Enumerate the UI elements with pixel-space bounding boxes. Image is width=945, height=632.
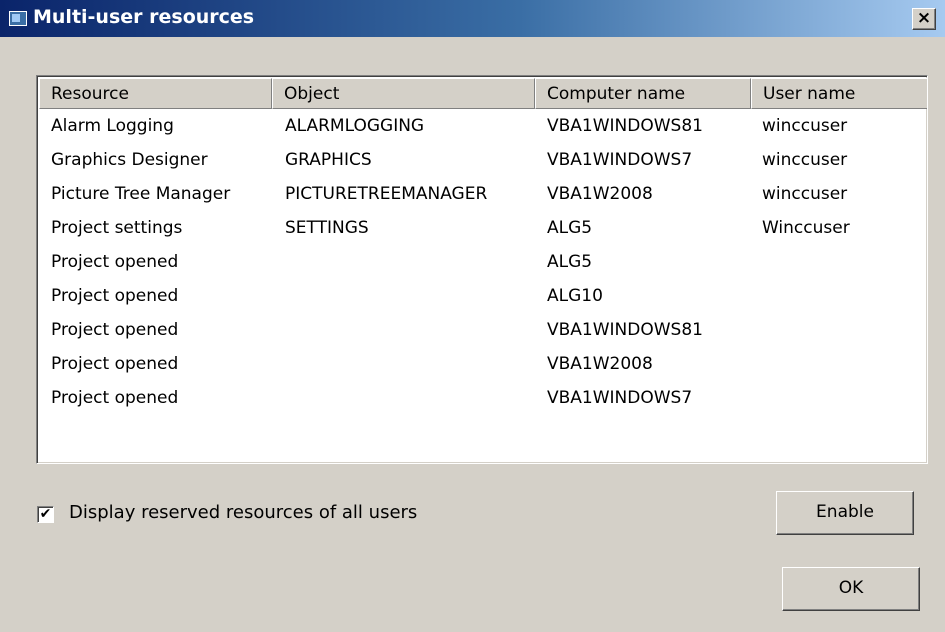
window-icon <box>9 11 27 26</box>
cell-computer-name: VBA1W2008 <box>547 184 653 204</box>
column-header-computer-name[interactable]: Computer name <box>535 78 751 109</box>
show-all-users-checkbox[interactable]: ✔ <box>37 506 54 523</box>
column-header-user-name[interactable]: User name <box>751 78 927 109</box>
title-bar[interactable]: Multi-user resources × <box>0 0 945 37</box>
table-row[interactable]: Project opened VBA1WINDOWS81 <box>39 313 927 347</box>
cell-resource: Project opened <box>51 354 179 374</box>
cell-resource: Project opened <box>51 286 179 306</box>
cell-user-name: winccuser <box>762 116 848 136</box>
cell-computer-name: ALG5 <box>547 252 593 272</box>
cell-object: PICTURETREEMANAGER <box>285 184 488 204</box>
list-header: Resource Object Computer name User name <box>39 78 927 109</box>
close-button[interactable]: × <box>912 8 936 30</box>
table-row[interactable]: Project settings SETTINGS ALG5 Winccuser <box>39 211 927 245</box>
ok-button[interactable]: OK <box>782 567 920 611</box>
cell-resource: Graphics Designer <box>51 150 208 170</box>
cell-resource: Project opened <box>51 252 179 272</box>
table-row[interactable]: Graphics Designer GRAPHICS VBA1WINDOWS7 … <box>39 143 927 177</box>
cell-computer-name: VBA1WINDOWS81 <box>547 116 703 136</box>
cell-computer-name: VBA1WINDOWS7 <box>547 388 693 408</box>
cell-object: GRAPHICS <box>285 150 372 170</box>
cell-computer-name: VBA1WINDOWS7 <box>547 150 693 170</box>
cell-resource: Project opened <box>51 388 179 408</box>
cell-user-name: winccuser <box>762 150 848 170</box>
cell-object: SETTINGS <box>285 218 369 238</box>
cell-computer-name: ALG10 <box>547 286 603 306</box>
cell-resource: Project settings <box>51 218 183 238</box>
cell-object: ALARMLOGGING <box>285 116 425 136</box>
resources-list[interactable]: Resource Object Computer name User name … <box>36 75 928 464</box>
cell-user-name: winccuser <box>762 184 848 204</box>
cell-computer-name: ALG5 <box>547 218 593 238</box>
cell-user-name: Winccuser <box>762 218 850 238</box>
enable-button[interactable]: Enable <box>776 491 914 535</box>
table-row[interactable]: Project opened VBA1W2008 <box>39 347 927 381</box>
table-row[interactable]: Project opened ALG10 <box>39 279 927 313</box>
column-header-object[interactable]: Object <box>272 78 535 109</box>
table-row[interactable]: Project opened ALG5 <box>39 245 927 279</box>
cell-computer-name: VBA1W2008 <box>547 354 653 374</box>
table-row[interactable]: Alarm Logging ALARMLOGGING VBA1WINDOWS81… <box>39 109 927 143</box>
cell-resource: Alarm Logging <box>51 116 174 136</box>
show-all-users-label[interactable]: Display reserved resources of all users <box>69 502 417 523</box>
cell-computer-name: VBA1WINDOWS81 <box>547 320 703 340</box>
list-rows: Alarm Logging ALARMLOGGING VBA1WINDOWS81… <box>39 109 927 415</box>
column-header-resource[interactable]: Resource <box>39 78 272 109</box>
window-title: Multi-user resources <box>33 6 255 28</box>
table-row[interactable]: Project opened VBA1WINDOWS7 <box>39 381 927 415</box>
cell-resource: Project opened <box>51 320 179 340</box>
cell-resource: Picture Tree Manager <box>51 184 231 204</box>
table-row[interactable]: Picture Tree Manager PICTURETREEMANAGER … <box>39 177 927 211</box>
